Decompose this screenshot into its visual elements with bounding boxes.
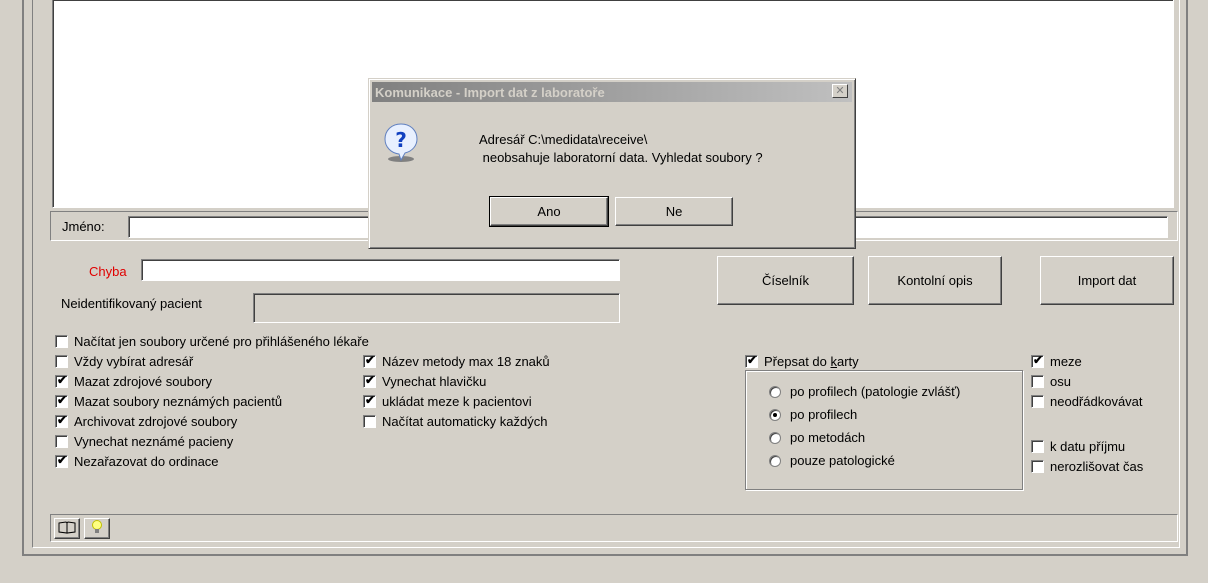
checkbox-method-name-max[interactable]: Název metody max 18 znaků [363, 353, 550, 369]
checkbox-always-choose-dir[interactable]: Vždy vybírat adresář [55, 354, 193, 369]
checkbox-label: Načítat jen soubory určené pro přihlášen… [74, 334, 369, 349]
unidentified-patient-field [253, 293, 620, 323]
checkbox-box[interactable] [363, 415, 376, 428]
error-label: Chyba [89, 264, 127, 279]
checkbox-no-ordination[interactable]: Nezařazovat do ordinace [55, 453, 219, 469]
checkbox-label: Název metody max 18 znaků [382, 354, 550, 369]
name-label: Jméno: [62, 219, 105, 234]
checkbox-box[interactable] [55, 335, 68, 348]
checkbox-delete-source[interactable]: Mazat zdrojové soubory [55, 373, 213, 389]
checkbox-label: Mazat zdrojové soubory [74, 374, 213, 389]
checkbox-box[interactable] [1031, 353, 1044, 368]
radio-label: po profilech (patologie zvlášť) [790, 384, 961, 399]
checkbox-box[interactable] [1031, 375, 1044, 388]
dialog-titlebar[interactable]: Komunikace - Import dat z laboratoře ✕ [372, 82, 852, 102]
question-icon: ? [383, 123, 419, 166]
checkbox-box[interactable] [1031, 460, 1044, 473]
checkbox-label: Mazat soubory neznámých pacientů [74, 394, 283, 409]
checkbox-label: Nezařazovat do ordinace [74, 454, 219, 469]
checkbox-box[interactable] [55, 393, 68, 408]
dialog-title: Komunikace - Import dat z laboratoře [375, 84, 605, 100]
error-field[interactable] [141, 259, 620, 281]
import-dat-button[interactable]: Import dat [1040, 256, 1174, 305]
checkbox-box[interactable] [1031, 395, 1044, 408]
close-button[interactable]: ✕ [832, 84, 848, 98]
help-book-button[interactable] [54, 518, 80, 539]
checkbox-label: Načítat automaticky každých [382, 414, 548, 429]
unidentified-patient-label: Neidentifikovaný pacient [61, 296, 202, 311]
radio-label: pouze patologické [790, 453, 895, 468]
checkbox-only-logged-doctor[interactable]: Načítat jen soubory určené pro přihlášen… [55, 334, 369, 349]
checkbox-box[interactable] [363, 373, 376, 388]
import-dialog: Komunikace - Import dat z laboratoře ✕ ?… [368, 78, 856, 249]
checkbox-box[interactable] [55, 355, 68, 368]
tip-button[interactable] [84, 518, 110, 539]
checkbox-box[interactable] [363, 393, 376, 408]
radio-circle[interactable] [769, 431, 781, 444]
checkbox-label: Vynechat neznámé pacieny [74, 434, 234, 449]
checkbox-archive-source[interactable]: Archivovat zdrojové soubory [55, 413, 238, 429]
radio-circle[interactable] [769, 454, 781, 467]
checkbox-label: meze [1050, 354, 1082, 369]
checkbox-label: Přepsat do karty [764, 354, 859, 369]
checkbox-axis[interactable]: osu [1031, 374, 1071, 389]
checkbox-label: k datu příjmu [1050, 439, 1126, 454]
checkbox-receive-date[interactable]: k datu příjmu [1031, 439, 1125, 454]
checkbox-box[interactable] [55, 413, 68, 428]
checkbox-box[interactable] [55, 453, 68, 468]
checkbox-no-line-break[interactable]: neodřádkovávat [1031, 394, 1143, 409]
checkbox-limits[interactable]: meze [1031, 353, 1082, 369]
radio-by-methods[interactable]: po metodách [769, 430, 865, 445]
checkbox-label: Vždy vybírat adresář [74, 354, 194, 369]
dialog-message-line2: neobsahuje laboratorní data. Vyhledat so… [479, 150, 763, 165]
checkbox-rewrite-to-card[interactable]: Přepsat do karty [745, 353, 859, 369]
close-icon: ✕ [835, 84, 845, 97]
svg-text:?: ? [395, 128, 407, 152]
radio-by-profiles-pathology[interactable]: po profilech (patologie zvlášť) [769, 384, 960, 399]
checkbox-label: ukládat meze k pacientovi [382, 394, 532, 409]
checkbox-skip-unknown[interactable]: Vynechat neznámé pacieny [55, 434, 233, 449]
checkbox-label: Archivovat zdrojové soubory [74, 414, 238, 429]
checkbox-label: nerozlišovat čas [1050, 459, 1144, 474]
checkbox-save-limits[interactable]: ukládat meze k pacientovi [363, 393, 532, 409]
radio-label: po profilech [790, 407, 858, 422]
checkbox-label: Vynechat hlavičku [382, 374, 487, 389]
checkbox-label: osu [1050, 374, 1071, 389]
checkbox-delete-unknown[interactable]: Mazat soubory neznámých pacientů [55, 393, 283, 409]
dialog-message-line1: Adresář C:\medidata\receive\ [479, 132, 648, 147]
checkbox-box[interactable] [363, 353, 376, 368]
kontrolni-opis-button[interactable]: Kontolní opis [868, 256, 1002, 305]
radio-circle[interactable] [769, 385, 781, 398]
ciselnik-button[interactable]: Číselník [717, 256, 854, 305]
radio-by-profiles[interactable]: po profilech [769, 407, 857, 422]
checkbox-auto-load[interactable]: Načítat automaticky každých [363, 414, 547, 429]
radio-label: po metodách [790, 430, 866, 445]
checkbox-label: neodřádkovávat [1050, 394, 1143, 409]
checkbox-box[interactable] [1031, 440, 1044, 453]
radio-circle[interactable] [769, 408, 781, 421]
checkbox-skip-header[interactable]: Vynechat hlavičku [363, 373, 487, 389]
yes-button[interactable]: Ano [489, 196, 609, 227]
checkbox-box[interactable] [745, 353, 758, 368]
radio-only-pathological[interactable]: pouze patologické [769, 453, 895, 468]
status-bar [50, 514, 1178, 542]
book-icon [58, 520, 76, 537]
checkbox-box[interactable] [55, 373, 68, 388]
no-button[interactable]: Ne [615, 197, 733, 226]
checkbox-box[interactable] [55, 435, 68, 448]
lightbulb-icon [91, 520, 103, 537]
checkbox-ignore-time[interactable]: nerozlišovat čas [1031, 459, 1143, 474]
